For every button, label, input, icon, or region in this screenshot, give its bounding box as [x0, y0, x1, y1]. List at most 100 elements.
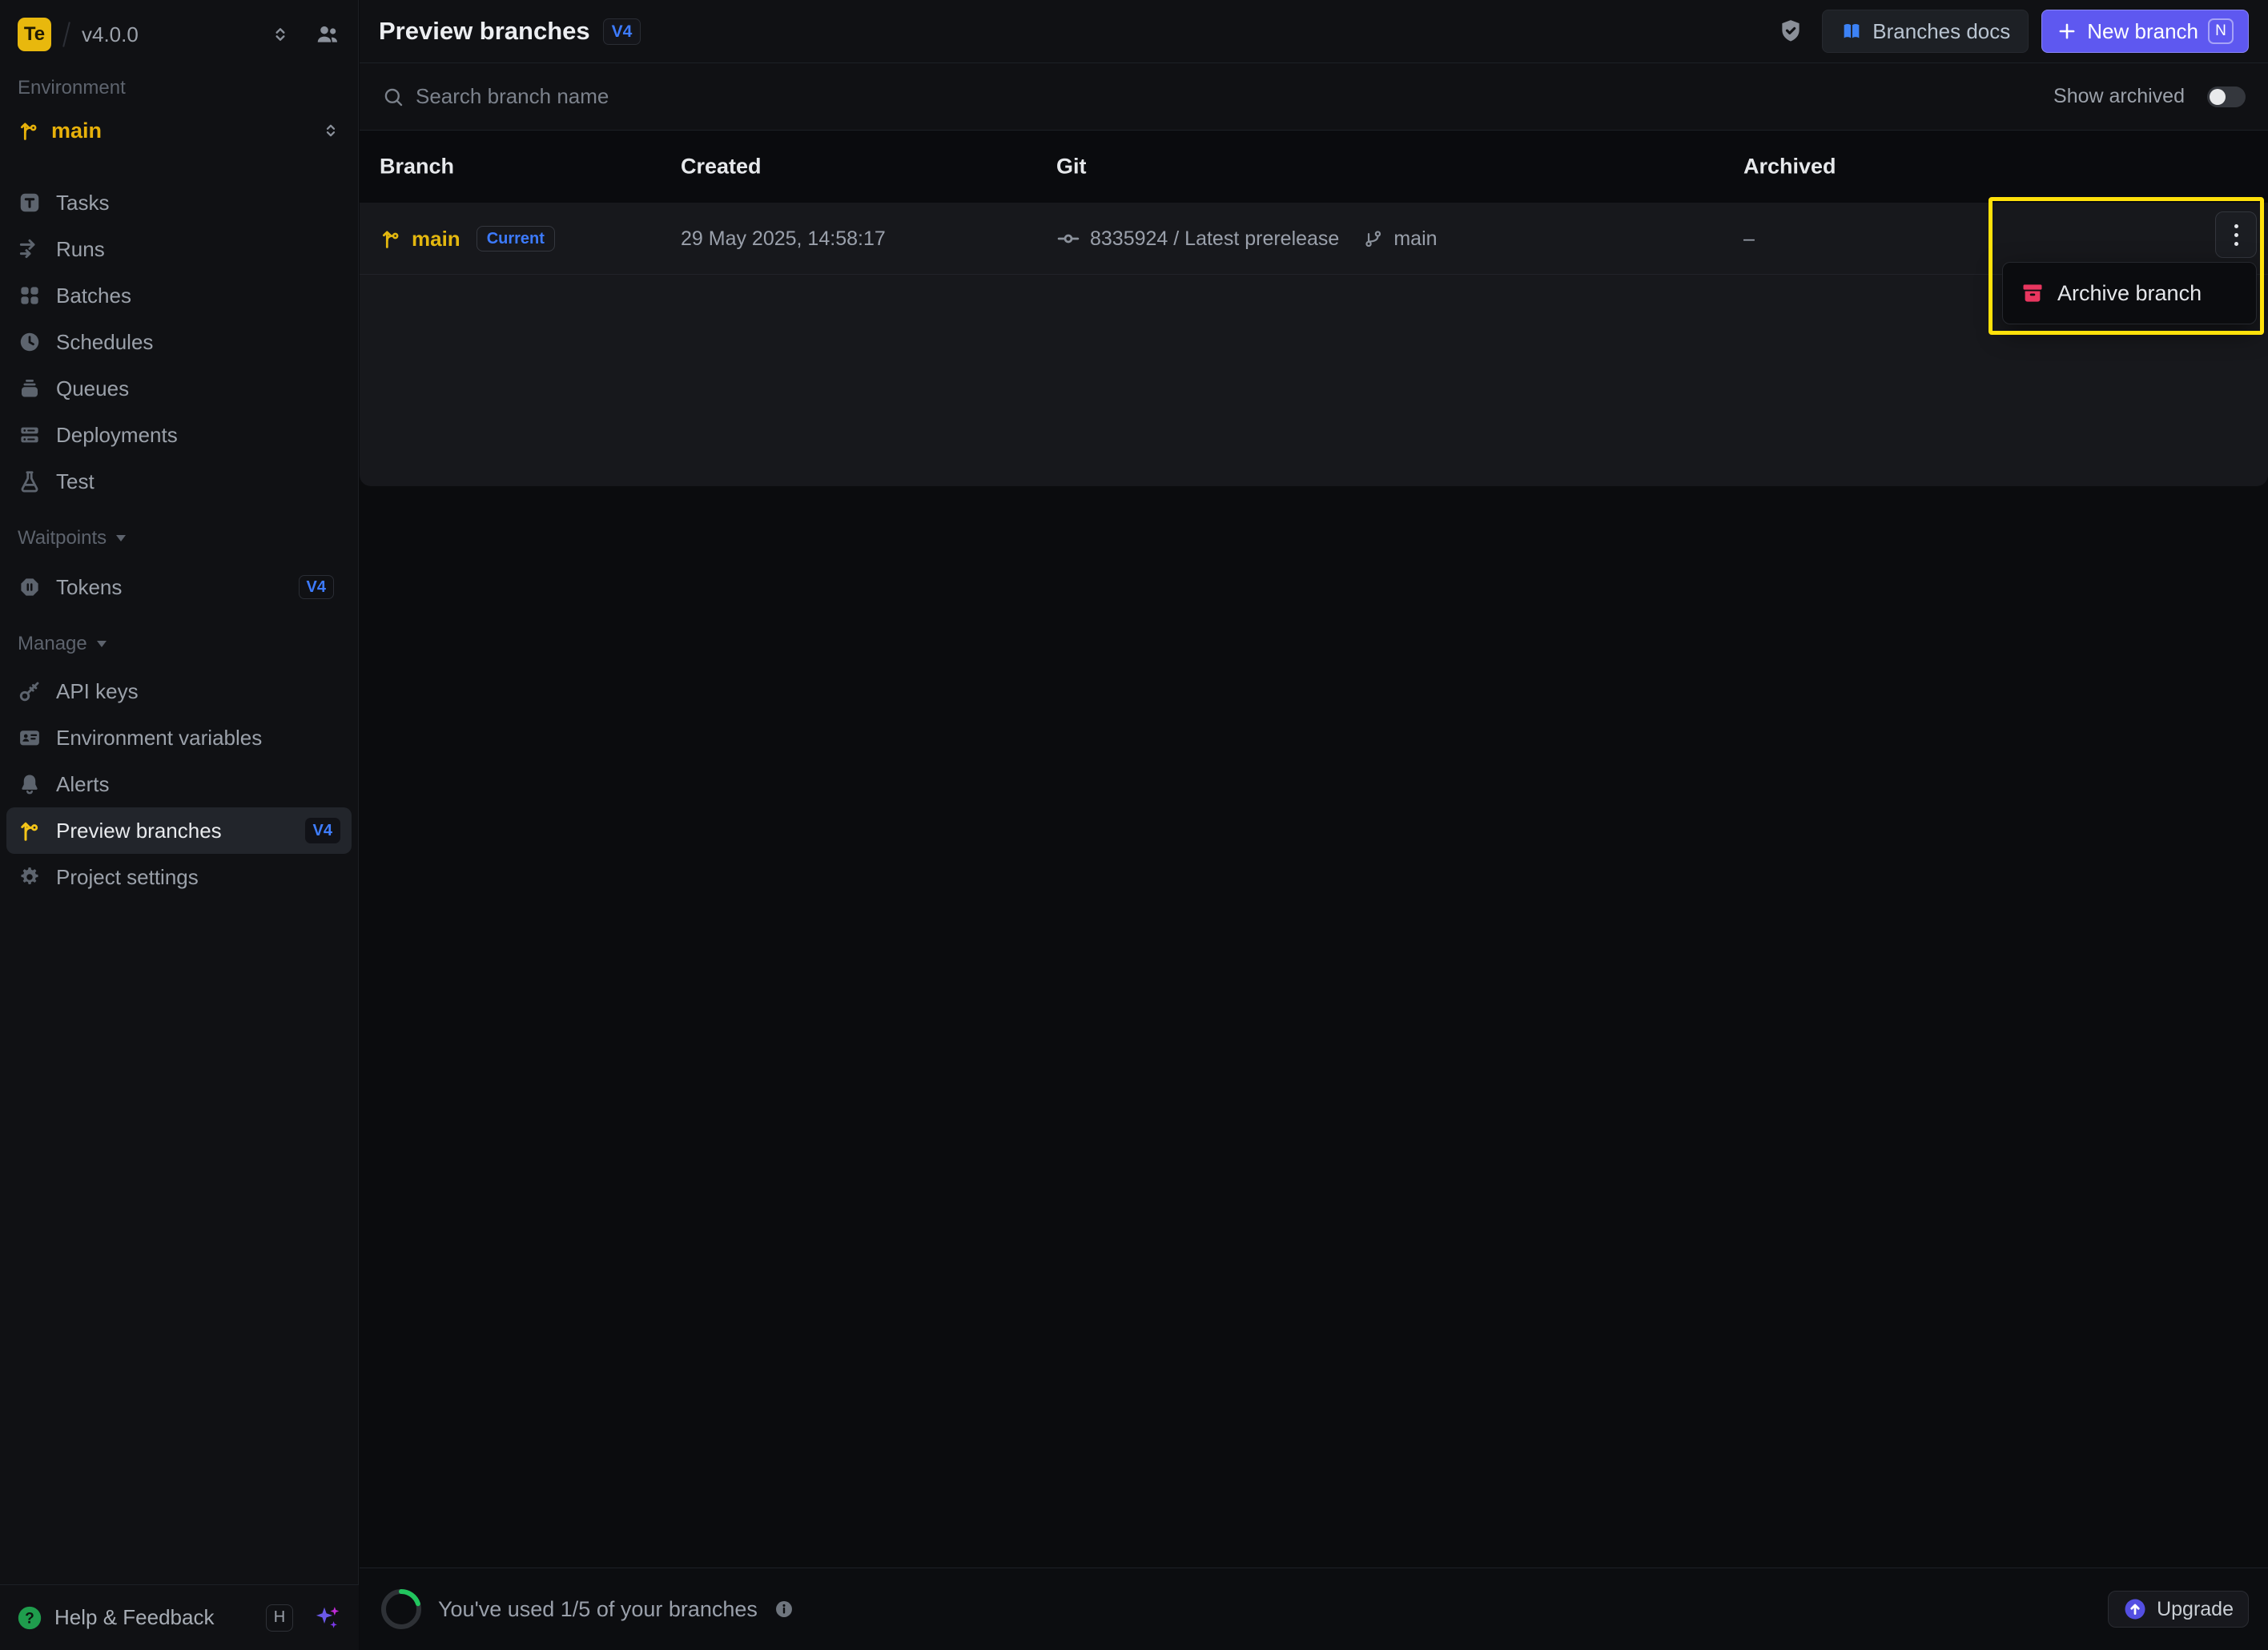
archived-cell: – — [1743, 203, 1755, 275]
info-icon[interactable] — [774, 1599, 794, 1620]
environment-selector[interactable]: main — [8, 111, 350, 151]
shield-check-icon[interactable] — [1777, 18, 1804, 45]
deployments-icon — [18, 423, 42, 447]
section-waitpoints[interactable]: Waitpoints — [18, 525, 340, 551]
sidebar-item-label: Deployments — [56, 423, 178, 448]
table-header: Branch Created Git Archived — [360, 131, 2268, 203]
archive-icon — [2021, 281, 2045, 305]
dot — [2234, 224, 2238, 228]
column-header-created: Created — [681, 155, 762, 179]
v4-badge: V4 — [305, 818, 340, 843]
sidebar-item-label: Alerts — [56, 772, 109, 797]
dot — [2234, 233, 2238, 237]
sidebar-item-environment-variables[interactable]: Environment variables — [0, 714, 358, 761]
upgrade-label: Upgrade — [2157, 1598, 2234, 1621]
org-logo[interactable]: Te — [18, 18, 51, 51]
runs-icon — [18, 237, 42, 261]
sidebar-item-deployments[interactable]: Deployments — [0, 412, 358, 458]
new-branch-shortcut-key: N — [2208, 18, 2234, 44]
new-branch-button[interactable]: New branch N — [2041, 10, 2249, 53]
book-icon — [1840, 20, 1863, 42]
v4-badge: V4 — [299, 575, 334, 599]
table-row[interactable]: main Current 29 May 2025, 14:58:17 83359… — [360, 203, 2268, 275]
project-version[interactable]: v4.0.0 — [82, 22, 139, 47]
new-branch-label: New branch — [2087, 19, 2198, 44]
sidebar-item-label: Project settings — [56, 865, 199, 890]
commit-icon — [1056, 227, 1080, 251]
sparkles-icon[interactable] — [312, 1603, 343, 1633]
sidebar-item-label: Batches — [56, 284, 131, 308]
sidebar-item-label: Test — [56, 469, 94, 494]
caret-down-icon — [97, 641, 107, 647]
column-header-archived: Archived — [1743, 155, 1836, 179]
main-content: Preview branches V4 Branches docs New br… — [360, 0, 2268, 1650]
section-label-text: Waitpoints — [18, 527, 107, 549]
column-header-git: Git — [1056, 155, 1087, 179]
branches-table: Branch Created Git Archived main Current… — [360, 131, 2268, 486]
sidebar-item-batches[interactable]: Batches — [0, 272, 358, 319]
sidebar-item-runs[interactable]: Runs — [0, 226, 358, 272]
upgrade-button[interactable]: Upgrade — [2108, 1591, 2249, 1628]
org-row: Te v4.0.0 — [0, 0, 358, 69]
branch-icon — [380, 227, 402, 250]
environment-label: Environment — [18, 77, 340, 99]
sidebar-footer: ? Help & Feedback H — [0, 1584, 359, 1650]
bell-icon — [18, 772, 42, 796]
sidebar-item-label: Environment variables — [56, 726, 262, 751]
docs-button-label: Branches docs — [1872, 19, 2010, 44]
branch-icon — [18, 119, 40, 142]
v4-badge: V4 — [603, 18, 641, 45]
archive-branch-label: Archive branch — [2057, 281, 2202, 306]
sidebar-item-schedules[interactable]: Schedules — [0, 319, 358, 365]
branch-cell: main Current — [380, 203, 555, 275]
batches-icon — [18, 284, 42, 308]
search-input[interactable] — [416, 84, 928, 109]
usage-text: You've used 1/5 of your branches — [438, 1597, 758, 1622]
manage-nav: API keys Environment variables Alerts Pr… — [0, 668, 358, 900]
branches-docs-button[interactable]: Branches docs — [1822, 10, 2029, 53]
id-card-icon — [18, 726, 42, 750]
show-archived-toggle[interactable] — [2207, 87, 2246, 107]
svg-text:?: ? — [25, 1610, 34, 1627]
section-manage[interactable]: Manage — [18, 631, 340, 657]
sidebar-item-tokens[interactable]: Tokens V4 — [0, 564, 358, 610]
environment-value: main — [51, 119, 102, 143]
row-actions-menu-button[interactable] — [2215, 211, 2257, 258]
row-actions-dropdown: Archive branch — [2002, 262, 2257, 324]
tasks-icon — [18, 191, 42, 215]
dot — [2234, 242, 2238, 246]
sidebar-item-tasks[interactable]: Tasks — [0, 179, 358, 226]
sidebar-item-preview-branches[interactable]: Preview branches V4 — [6, 807, 352, 854]
help-feedback-button[interactable]: Help & Feedback — [54, 1605, 214, 1630]
sidebar-item-api-keys[interactable]: API keys — [0, 668, 358, 714]
archive-branch-menu-item[interactable]: Archive branch — [2003, 263, 2256, 324]
upgrade-arrow-icon — [2123, 1597, 2147, 1621]
plus-icon — [2057, 21, 2077, 42]
help-shortcut-key: H — [266, 1604, 293, 1632]
sidebar-item-label: Queues — [56, 376, 129, 401]
project-selector-chevron-icon[interactable] — [270, 24, 291, 45]
sidebar-item-label: Runs — [56, 237, 105, 262]
sidebar-item-queues[interactable]: Queues — [0, 365, 358, 412]
schedules-icon — [18, 330, 42, 354]
column-header-branch: Branch — [380, 155, 454, 179]
test-icon — [18, 469, 42, 493]
branch-name: main — [412, 227, 460, 252]
git-branch-icon — [1363, 228, 1384, 249]
git-commit-text: 8335924 / Latest prerelease — [1090, 227, 1339, 251]
divider-slash — [62, 22, 70, 47]
current-badge: Current — [477, 226, 555, 252]
environment-chevron-icon — [321, 121, 340, 140]
sidebar-item-test[interactable]: Test — [0, 458, 358, 505]
sidebar-item-project-settings[interactable]: Project settings — [0, 854, 358, 900]
members-icon[interactable] — [315, 22, 340, 47]
sidebar-item-label: Tokens — [56, 575, 122, 600]
sidebar-item-alerts[interactable]: Alerts — [0, 761, 358, 807]
sidebar-nav: Tasks Runs Batches Schedules Queues — [0, 179, 358, 505]
search-icon — [382, 86, 404, 108]
git-cell: 8335924 / Latest prerelease main — [1056, 203, 1438, 275]
sidebar-item-label: Schedules — [56, 330, 153, 355]
page-title: Preview branches — [379, 17, 590, 46]
section-label-text: Manage — [18, 633, 87, 655]
sidebar-item-label: Tasks — [56, 191, 109, 215]
